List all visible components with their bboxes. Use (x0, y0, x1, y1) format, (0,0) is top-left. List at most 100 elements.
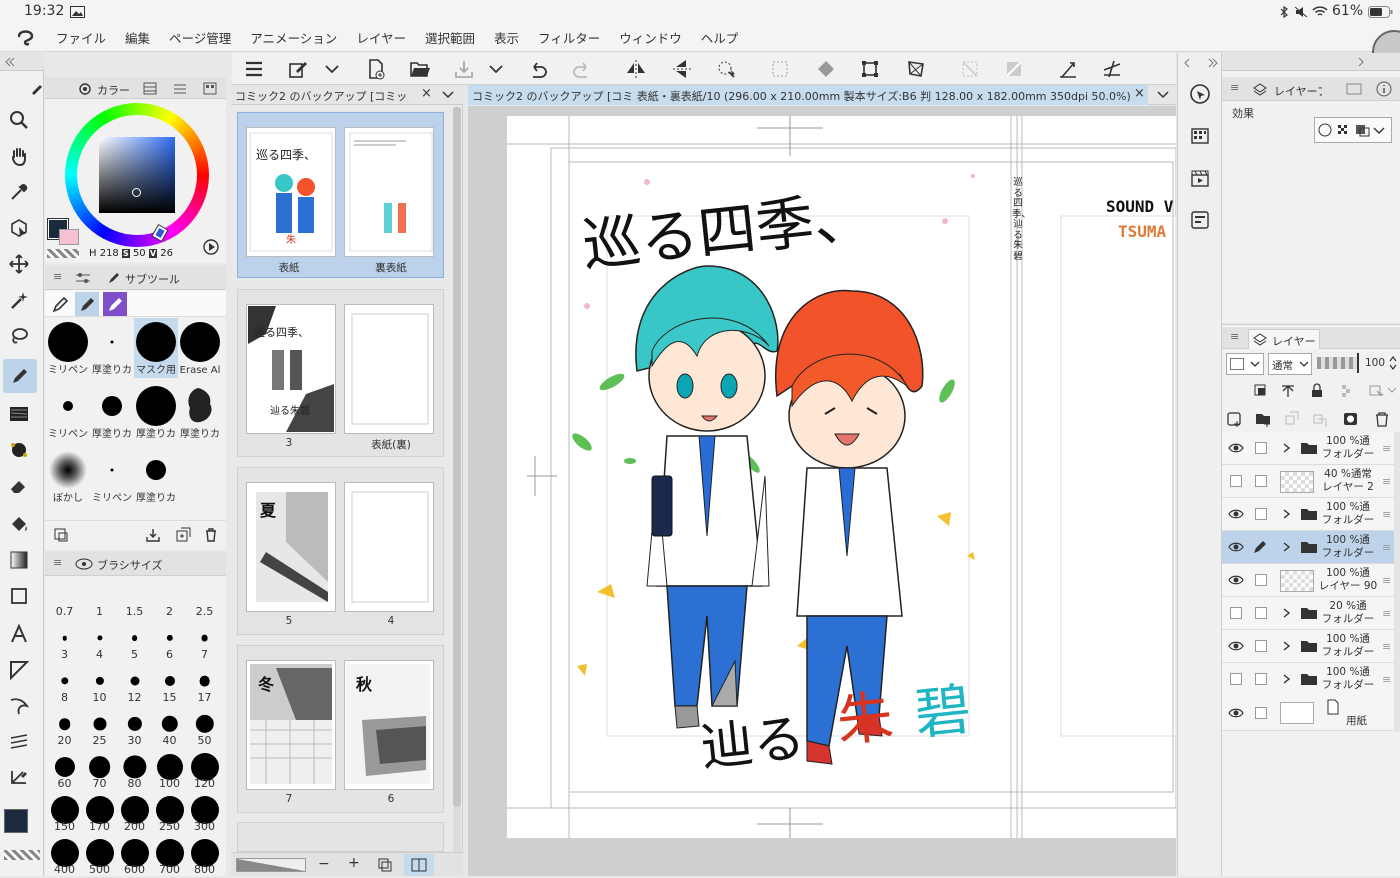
page-spread-partial[interactable] (237, 822, 444, 852)
object-tool[interactable] (6, 215, 32, 241)
menu-selection[interactable]: 選択範囲 (425, 28, 475, 47)
layer-drag-handle[interactable]: ≡ (1382, 673, 1392, 686)
opacity-value[interactable]: 100 (1365, 357, 1385, 369)
color-tab-label[interactable]: カラー (97, 82, 130, 98)
menu-edit[interactable]: 編集 (125, 28, 150, 47)
layer-eye-icon[interactable] (1228, 441, 1244, 455)
flip-vertical-button[interactable] (668, 56, 696, 82)
layer-row[interactable]: 100 %通 フォルダー ≡ (1222, 531, 1394, 564)
save-dropdown[interactable] (482, 56, 510, 82)
canvas-tab-chevron-icon[interactable] (1156, 89, 1170, 101)
brush-size-tab-label[interactable]: ブラシサイズ (97, 557, 162, 573)
brush-preset[interactable]: ミリペン (46, 382, 90, 442)
save-button[interactable] (450, 56, 478, 82)
lasso-tool[interactable] (6, 323, 32, 349)
menu-help[interactable]: ヘルプ (701, 28, 739, 47)
brush-size-cell[interactable]: 150 (47, 793, 82, 835)
brush-preset[interactable]: 厚塗りカ (90, 382, 134, 442)
menu-animation[interactable]: アニメーション (250, 28, 337, 47)
balloon-tool[interactable] (6, 693, 32, 719)
marker-group-icon[interactable] (78, 295, 96, 313)
layer-select-checkbox[interactable] (1255, 475, 1267, 487)
eyedropper-tool[interactable] (6, 179, 32, 205)
canvas-tab-close-icon[interactable]: × (1134, 86, 1145, 101)
main-color-swatch[interactable] (4, 809, 28, 833)
layer-drag-handle[interactable]: ≡ (1382, 640, 1392, 653)
brush-size-cell[interactable]: 50 (187, 707, 222, 749)
brush-preset[interactable]: ぼかし (46, 446, 90, 506)
layer-select-checkbox[interactable] (1255, 508, 1267, 520)
subtool-delete-icon[interactable] (203, 527, 219, 543)
new-quick-button[interactable] (284, 56, 312, 82)
material-button[interactable] (1184, 121, 1216, 151)
brush-size-cell[interactable]: 400 (47, 836, 82, 878)
menu-layer[interactable]: レイヤー (356, 28, 406, 47)
brush-size-cell[interactable]: 2 (152, 578, 187, 620)
brush-size-cell[interactable]: 80 (117, 750, 152, 792)
brush-size-cell[interactable]: 700 (152, 836, 187, 878)
brush-size-cell[interactable]: 0.7 (47, 578, 82, 620)
brush-size-cell[interactable]: 20 (47, 707, 82, 749)
brush-size-cell[interactable]: 800 (187, 836, 222, 878)
brush-size-cell[interactable]: 4 (82, 621, 117, 663)
saturation-value-square[interactable] (99, 137, 175, 213)
quick-dropdown[interactable] (318, 56, 346, 82)
gradient-tool[interactable] (6, 547, 32, 573)
layer-expand-chevron-icon[interactable] (1282, 442, 1292, 454)
layer-row[interactable]: 100 %通 レイヤー 90 ≡ (1222, 564, 1394, 597)
layer-expand-chevron-icon[interactable] (1282, 541, 1292, 553)
page-tab-close-icon[interactable]: × (421, 86, 432, 101)
layer-property-tab[interactable]: レイヤープロ (1274, 83, 1322, 99)
layer-expand-chevron-icon[interactable] (1282, 508, 1292, 520)
brush-preset[interactable]: ミリペン (90, 446, 134, 506)
page-tab-chevron-icon[interactable] (441, 89, 455, 101)
panel-sub-color[interactable] (59, 229, 79, 245)
subtool-tab-label[interactable]: サブツール (125, 271, 180, 287)
layer-visibility-checkbox[interactable] (1230, 607, 1242, 619)
undo-button[interactable] (524, 56, 552, 82)
zoom-tool[interactable] (6, 107, 32, 133)
brush-size-cell[interactable]: 60 (47, 750, 82, 792)
layer-row[interactable]: 20 %通 フォルダー ≡ (1222, 597, 1394, 630)
panel-handle[interactable]: ≡ (53, 270, 62, 283)
brush-size-cell[interactable]: 7 (187, 621, 222, 663)
layer-select-checkbox[interactable] (1255, 574, 1267, 586)
brush-size-cell[interactable]: 10 (82, 664, 117, 706)
brush-size-cell[interactable]: 40 (152, 707, 187, 749)
text-tool[interactable] (6, 621, 32, 647)
new-file-button[interactable] (362, 56, 390, 82)
layer-expand-chevron-icon[interactable] (1282, 640, 1292, 652)
brush-size-cell[interactable]: 600 (117, 836, 152, 878)
thumbnail-size-slider[interactable] (236, 858, 306, 872)
brush-preset[interactable]: マスク用 (134, 318, 178, 378)
subtool-import-icon[interactable] (145, 527, 161, 543)
brush-size-cell[interactable]: 100 (152, 750, 187, 792)
brush-size-cell[interactable]: 120 (187, 750, 222, 792)
brush-size-cell[interactable]: 2.5 (187, 578, 222, 620)
hand-tool[interactable] (6, 143, 32, 169)
layer-visibility-checkbox[interactable] (1230, 475, 1242, 487)
magic-wand-tool[interactable] (6, 287, 32, 313)
main-menu-button[interactable] (240, 56, 268, 82)
layer-eye-icon[interactable] (1228, 639, 1244, 653)
pen-tool[interactable] (3, 359, 37, 393)
brush-preset[interactable]: Erase Al (178, 318, 222, 378)
figure-tool[interactable] (6, 583, 32, 609)
paper-select-checkbox[interactable] (1255, 707, 1267, 719)
layer-eye-icon[interactable] (1228, 540, 1244, 554)
layer-visibility-checkbox[interactable] (1230, 673, 1242, 685)
menu-window[interactable]: ウィンドウ (619, 28, 682, 47)
layer-select-checkbox[interactable] (1255, 640, 1267, 652)
invert-selection-button[interactable] (1000, 56, 1028, 82)
brush-preset[interactable]: 厚塗りカ (178, 382, 222, 442)
move-tool[interactable] (6, 251, 32, 277)
zoom-out-icon[interactable]: − (318, 856, 330, 872)
brush-preset[interactable]: 厚塗りカ (134, 446, 178, 506)
brush-size-cell[interactable]: 170 (82, 793, 117, 835)
brush-size-handle[interactable]: ≡ (53, 556, 62, 569)
pen-group-icon[interactable] (51, 295, 69, 313)
perspective-snap-button[interactable] (1098, 56, 1126, 82)
layer-row[interactable]: 100 %通 フォルダー ≡ (1222, 630, 1394, 663)
layer-action-icons[interactable] (1226, 410, 1398, 428)
brush-size-cell[interactable]: 3 (47, 621, 82, 663)
